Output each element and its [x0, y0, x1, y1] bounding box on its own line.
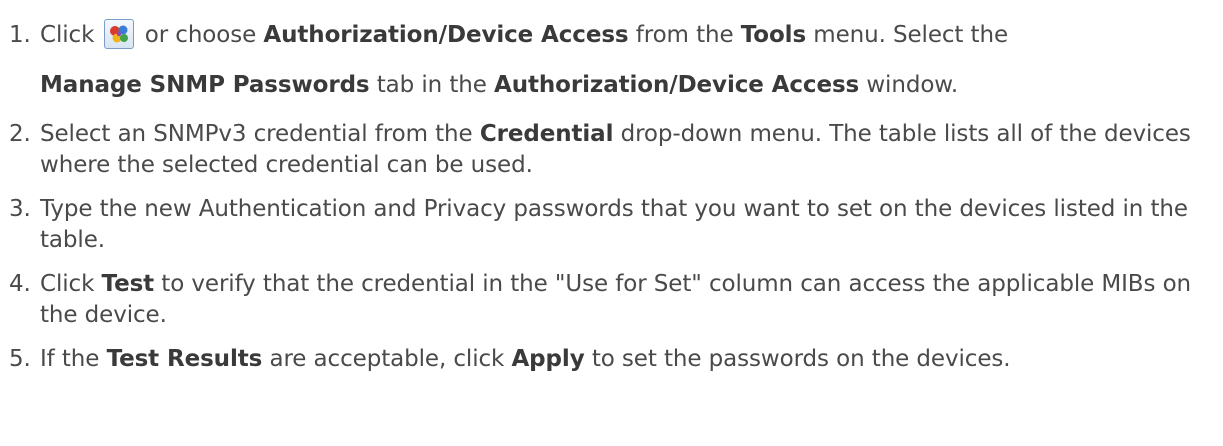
field-label: Credential	[479, 121, 614, 147]
menu-label: Tools	[740, 22, 807, 48]
step-number: 5.	[9, 346, 31, 372]
step-text: from the	[635, 22, 734, 48]
step-text: to set the passwords on the devices.	[591, 346, 1011, 372]
step-text: If the	[40, 346, 100, 372]
step-text: Click	[40, 271, 95, 297]
button-label: Apply	[511, 346, 585, 372]
step-5: 5. If the Test Results are acceptable, c…	[0, 344, 1223, 375]
step-text: to verify that the credential in the "Us…	[40, 271, 1192, 328]
step-number: 3.	[9, 196, 31, 222]
step-2: 2. Select an SNMPv3 credential from the …	[0, 119, 1223, 181]
step-number: 1.	[9, 22, 31, 48]
step-text: Select an SNMPv3 credential from the	[40, 121, 473, 147]
step-number: 2.	[9, 121, 31, 147]
step-text: tab in the	[376, 72, 487, 98]
puzzle-icon	[109, 25, 128, 43]
results-label: Test Results	[106, 346, 263, 372]
step-text: window.	[866, 72, 959, 98]
step-4: 4. Click Test to verify that the credent…	[0, 269, 1223, 331]
procedure-steps: 1. Click or choose Authorization/Device …	[0, 0, 1223, 375]
tab-label: Manage SNMP Passwords	[40, 72, 370, 98]
step-3: 3. Type the new Authentication and Priva…	[0, 194, 1223, 256]
window-label: Authorization/Device Access	[494, 72, 860, 98]
step-text: menu. Select the	[813, 22, 1009, 48]
authorization-device-access-icon[interactable]	[103, 19, 134, 49]
menu-item-label: Authorization/Device Access	[263, 22, 629, 48]
step-number: 4.	[9, 271, 31, 297]
step-text: Click	[40, 22, 95, 48]
step-text: are acceptable, click	[269, 346, 505, 372]
step-1: 1. Click or choose Authorization/Device …	[0, 10, 1223, 110]
step-text: or choose	[144, 22, 257, 48]
button-label: Test	[101, 271, 155, 297]
step-text: Type the new Authentication and Privacy …	[40, 196, 1188, 253]
